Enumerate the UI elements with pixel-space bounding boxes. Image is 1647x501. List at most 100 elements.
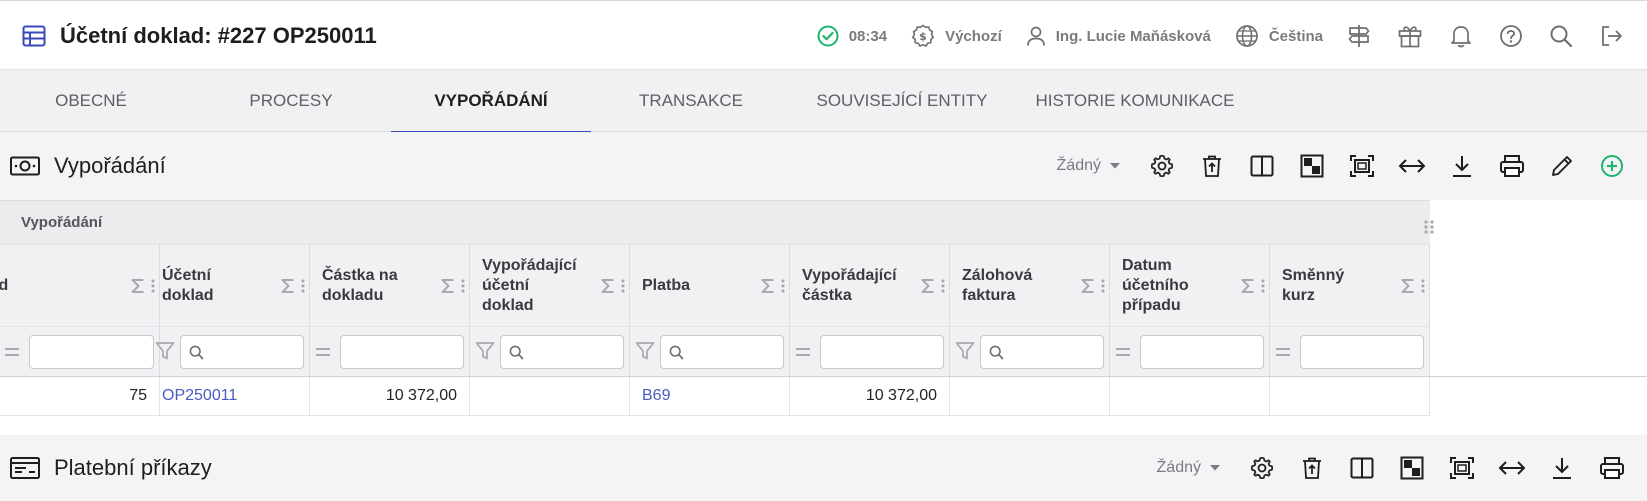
column-filter bbox=[0, 327, 160, 377]
delete-button[interactable] bbox=[1187, 146, 1237, 186]
tab-souvisejici-entity[interactable]: SOUVISEJÍCÍ ENTITY bbox=[806, 70, 998, 132]
column-filter bbox=[950, 327, 1110, 377]
sigma-icon[interactable] bbox=[1241, 278, 1255, 294]
drag-handle-icon[interactable] bbox=[1423, 219, 1435, 235]
tab-vyporadani[interactable]: VYPOŘÁDÁNÍ bbox=[391, 70, 591, 133]
add-button[interactable] bbox=[1587, 146, 1637, 186]
logout-icon[interactable] bbox=[1599, 24, 1623, 48]
equals-icon[interactable] bbox=[1275, 344, 1291, 360]
fit-screen-button[interactable] bbox=[1337, 146, 1387, 186]
column-filter bbox=[310, 327, 470, 377]
filter-input[interactable] bbox=[820, 335, 944, 369]
search-icon[interactable] bbox=[1549, 24, 1573, 48]
gift-icon[interactable] bbox=[1397, 23, 1423, 49]
sigma-icon[interactable] bbox=[1081, 278, 1095, 294]
equals-icon[interactable] bbox=[4, 344, 20, 360]
caret-down-icon bbox=[1209, 464, 1221, 472]
expand-width-button[interactable] bbox=[1387, 146, 1437, 186]
settings-button[interactable] bbox=[1137, 146, 1187, 186]
filter-input[interactable] bbox=[660, 335, 784, 369]
split-view-button[interactable] bbox=[1337, 448, 1387, 488]
signpost-icon[interactable] bbox=[1347, 23, 1371, 49]
column-header-label: Zálohová faktura bbox=[962, 267, 1033, 304]
sigma-icon[interactable] bbox=[281, 278, 295, 294]
column-header[interactable]: Id bbox=[0, 245, 160, 327]
view-selector-value: Žádný bbox=[1056, 157, 1101, 174]
tab-historie-komunikace[interactable]: HISTORIE KOMUNIKACE bbox=[1035, 70, 1235, 132]
column-menu-icon[interactable] bbox=[781, 278, 785, 294]
expand-width-button[interactable] bbox=[1487, 448, 1537, 488]
column-menu-icon[interactable] bbox=[941, 278, 945, 294]
column-header[interactable]: Vypořádající účetní doklad bbox=[470, 245, 630, 327]
profile-selector[interactable]: $ Výchozí bbox=[911, 24, 1002, 48]
column-group-header: Vypořádání bbox=[0, 200, 1434, 244]
column-header[interactable]: Účetní doklad bbox=[150, 245, 310, 327]
filter-input[interactable] bbox=[340, 335, 464, 369]
equals-icon[interactable] bbox=[1115, 344, 1131, 360]
column-menu-icon[interactable] bbox=[301, 278, 305, 294]
filter-input[interactable] bbox=[29, 335, 154, 369]
currency-badge-icon: $ bbox=[911, 24, 935, 48]
tab-procesy[interactable]: PROCESY bbox=[191, 70, 391, 132]
column-menu-icon[interactable] bbox=[1101, 278, 1105, 294]
equals-icon[interactable] bbox=[315, 344, 331, 360]
sigma-icon[interactable] bbox=[441, 278, 455, 294]
table-cell bbox=[470, 377, 630, 415]
table-cell: 10 372,00 bbox=[790, 377, 950, 415]
sigma-icon[interactable] bbox=[921, 278, 935, 294]
print-button[interactable] bbox=[1587, 448, 1637, 488]
column-menu-icon[interactable] bbox=[1261, 278, 1265, 294]
column-header-label: Vypořádající částka bbox=[802, 267, 897, 304]
column-header[interactable]: Směnný kurz bbox=[1270, 245, 1430, 327]
equals-icon[interactable] bbox=[795, 344, 811, 360]
filter-input[interactable] bbox=[180, 335, 304, 369]
payment-order-icon bbox=[10, 456, 40, 480]
tab-obecne[interactable]: OBECNÉ bbox=[0, 70, 182, 132]
print-button[interactable] bbox=[1487, 146, 1537, 186]
filter-funnel-icon[interactable] bbox=[955, 341, 975, 361]
filter-input[interactable] bbox=[1140, 335, 1264, 369]
pattern-button[interactable] bbox=[1287, 146, 1337, 186]
pattern-button[interactable] bbox=[1387, 448, 1437, 488]
view-selector[interactable]: Žádný bbox=[1157, 459, 1221, 477]
column-header[interactable]: Zálohová faktura bbox=[950, 245, 1110, 327]
column-header[interactable]: Datum účetního případu bbox=[1110, 245, 1270, 327]
sigma-icon[interactable] bbox=[761, 278, 775, 294]
fit-screen-button[interactable] bbox=[1437, 448, 1487, 488]
column-header[interactable]: Platba bbox=[630, 245, 790, 327]
sigma-icon[interactable] bbox=[1401, 278, 1415, 294]
table-cell[interactable]: OP250011 bbox=[150, 377, 310, 415]
settings-button[interactable] bbox=[1237, 448, 1287, 488]
edit-button[interactable] bbox=[1537, 146, 1587, 186]
user-icon bbox=[1026, 25, 1046, 47]
download-button[interactable] bbox=[1537, 448, 1587, 488]
help-icon[interactable] bbox=[1499, 24, 1523, 48]
column-menu-icon[interactable] bbox=[1421, 278, 1425, 294]
filter-funnel-icon[interactable] bbox=[635, 341, 655, 361]
view-selector[interactable]: Žádný bbox=[1057, 157, 1121, 175]
bell-icon[interactable] bbox=[1449, 23, 1473, 49]
column-header[interactable]: Vypořádající částka bbox=[790, 245, 950, 327]
search-icon bbox=[669, 345, 684, 360]
user-menu[interactable]: Ing. Lucie Maňásková bbox=[1026, 25, 1211, 47]
table-cell bbox=[1110, 377, 1270, 415]
sigma-icon[interactable] bbox=[601, 278, 615, 294]
sigma-icon[interactable] bbox=[131, 278, 145, 294]
tab-transakce[interactable]: TRANSAKCE bbox=[591, 70, 791, 132]
column-menu-icon[interactable] bbox=[621, 278, 625, 294]
filter-input[interactable] bbox=[980, 335, 1104, 369]
search-icon bbox=[189, 345, 204, 360]
table-row[interactable]: 75 OP250011 10 372,00 B69 10 372,00 bbox=[0, 376, 1430, 416]
split-view-button[interactable] bbox=[1237, 146, 1287, 186]
filter-funnel-icon[interactable] bbox=[155, 341, 175, 361]
column-header[interactable]: Částka na dokladu bbox=[310, 245, 470, 327]
filter-funnel-icon[interactable] bbox=[475, 341, 495, 361]
table-cell[interactable]: B69 bbox=[630, 377, 790, 415]
download-button[interactable] bbox=[1437, 146, 1487, 186]
column-menu-icon[interactable] bbox=[461, 278, 465, 294]
filter-input[interactable] bbox=[500, 335, 624, 369]
filter-input[interactable] bbox=[1300, 335, 1424, 369]
language-selector[interactable]: Čeština bbox=[1235, 24, 1323, 48]
delete-button[interactable] bbox=[1287, 448, 1337, 488]
svg-text:$: $ bbox=[919, 30, 927, 43]
